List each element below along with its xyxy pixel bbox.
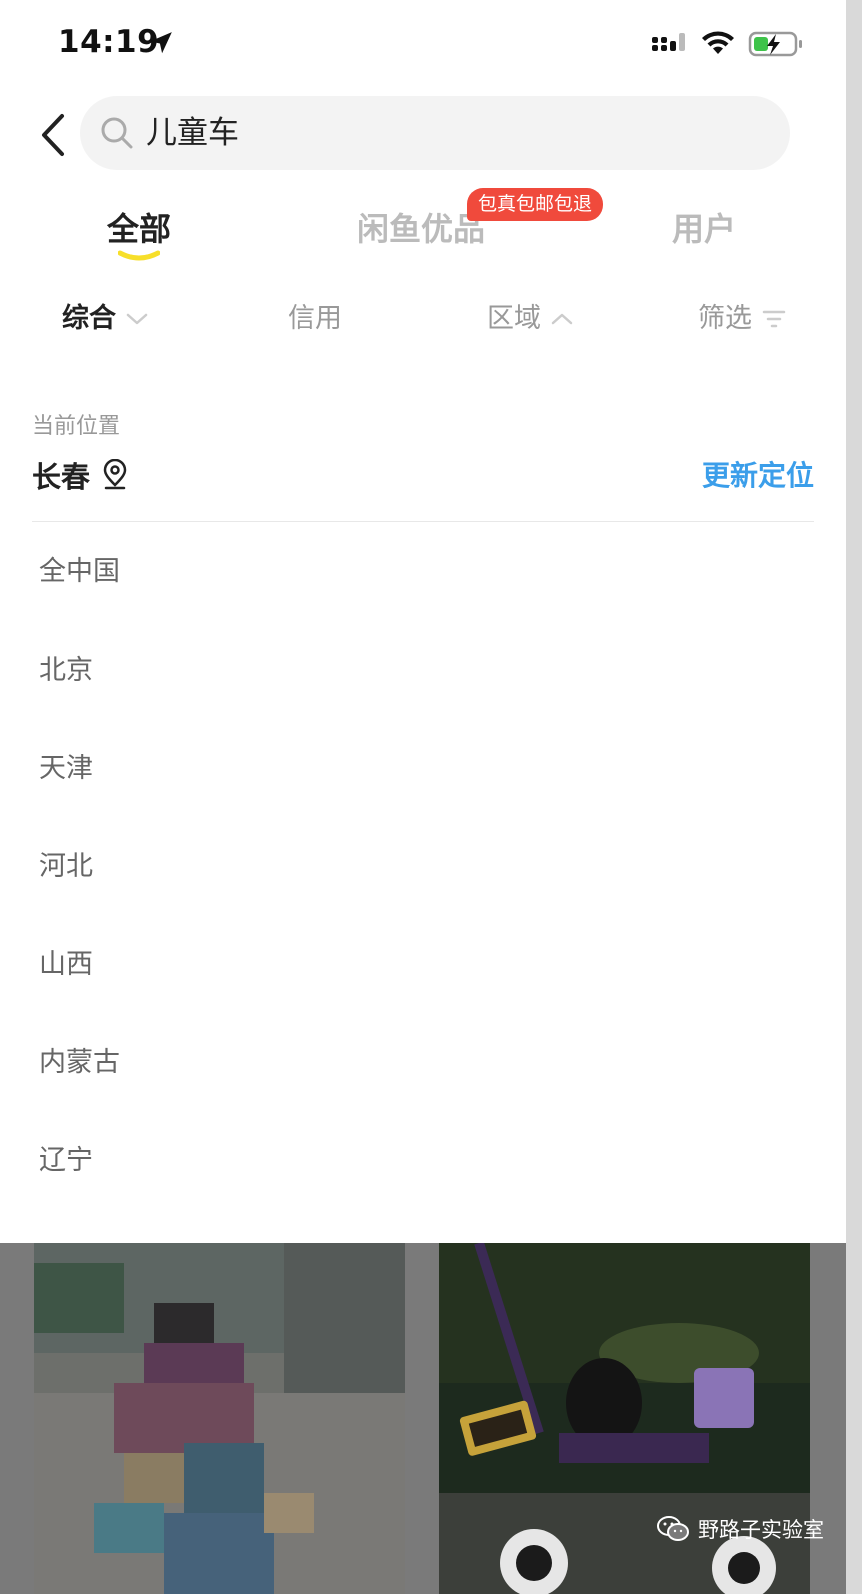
watermark-text: 野路子实验室 [698,1518,824,1542]
product-image[interactable] [34,1243,405,1594]
tab-active-underline [118,250,160,261]
filter-icon [762,310,786,328]
product-photo-blurred [34,1243,405,1594]
sort-region[interactable]: 区域 [487,298,573,340]
current-location: 长春 [32,454,128,496]
sort-region-label: 区域 [487,303,541,334]
chevron-up-icon [551,313,573,325]
current-city: 长春 [32,460,91,494]
region-item[interactable]: 天津 [0,720,846,818]
sort-filter[interactable]: 筛选 [698,298,786,340]
sort-general[interactable]: 综合 [62,298,148,340]
search-input[interactable] [146,96,746,170]
search-icon [101,117,133,149]
region-item[interactable]: 全中国 [0,522,846,622]
battery-charging-icon [748,31,802,57]
wechat-icon [657,1516,689,1541]
status-time: 14:19 [58,24,160,60]
tab-all[interactable]: 全部 [107,206,171,256]
sort-filter-label: 筛选 [698,303,752,334]
status-bar: 14:19 [0,0,862,88]
chevron-down-icon [126,313,148,325]
promo-badge: 包真包邮包退 [467,188,604,221]
region-item[interactable]: 辽宁 [0,1112,846,1210]
relocate-button[interactable]: 更新定位 [702,454,814,494]
wifi-icon [702,31,734,54]
cellular-signal-icon [652,33,685,51]
tab-selected-goods[interactable]: 闲鱼优品 [357,206,485,256]
sort-general-label: 综合 [62,303,116,334]
sort-credit-label: 信用 [288,303,342,334]
region-item[interactable]: 河北 [0,818,846,916]
region-item[interactable]: 北京 [0,622,846,720]
region-item[interactable]: 内蒙古 [0,1014,846,1112]
region-item[interactable]: 山西 [0,916,846,1014]
current-location-caption: 当前位置 [32,414,121,439]
adjacent-screen-edge [846,0,862,1594]
tab-users[interactable]: 用户 [672,206,736,256]
search-box[interactable] [80,96,790,170]
back-arrow-icon[interactable] [36,112,68,158]
region-list: 全中国 北京 天津 河北 山西 内蒙古 辽宁 [0,522,846,1210]
sort-credit[interactable]: 信用 [288,298,342,340]
watermark: 野路子实验室 [656,1514,824,1544]
map-pin-icon [103,459,127,490]
location-arrow-icon [150,32,172,54]
